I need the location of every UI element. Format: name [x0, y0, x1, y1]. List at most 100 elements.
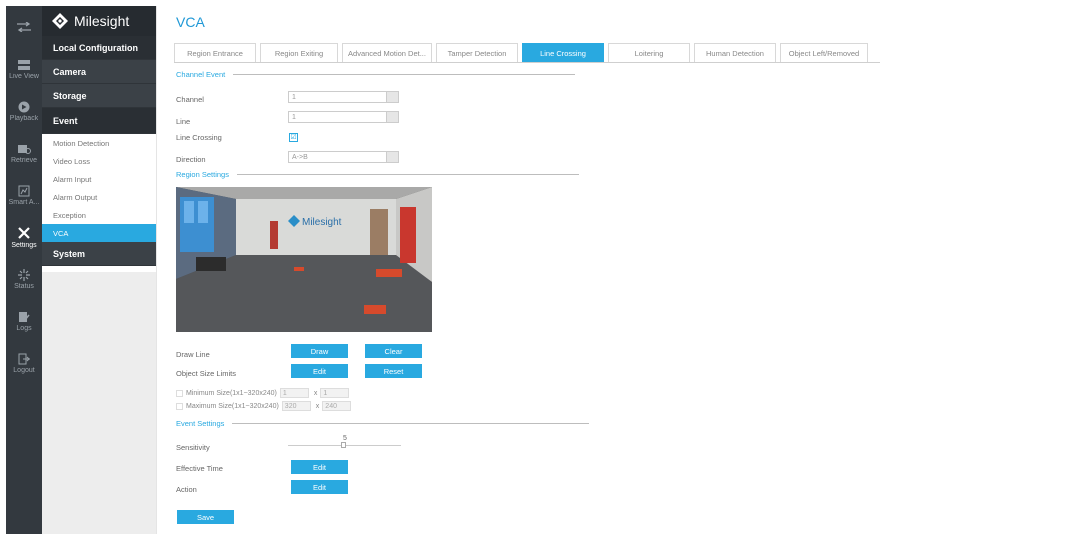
minimum-size-checkbox[interactable] [176, 389, 183, 397]
minimum-size-row: Minimum Size(1x1~320x240) 1 x 1 [176, 388, 350, 398]
chevron-down-icon [386, 112, 398, 122]
rail-item-logs[interactable]: Logs [6, 300, 42, 342]
rail-label: Live View [9, 72, 39, 80]
chevron-down-icon [386, 92, 398, 102]
rail-item-logout[interactable]: Logout [6, 342, 42, 384]
nav-storage[interactable]: Storage [42, 84, 156, 108]
maximum-height-input[interactable]: 240 [322, 401, 352, 411]
times-sign: x [313, 389, 318, 397]
object-size-limits-label: Object Size Limits [176, 369, 237, 378]
times-sign: x [315, 402, 320, 410]
save-button[interactable]: Save [177, 510, 234, 524]
channel-value: 1 [292, 93, 296, 101]
brand-logo: Milesight [42, 6, 156, 36]
rail-item-live-view[interactable]: Live View [6, 48, 42, 90]
tab-region-entrance[interactable]: Region Entrance [174, 43, 256, 62]
direction-select[interactable]: A->B [288, 151, 399, 163]
object-size-reset-button[interactable]: Reset [365, 364, 422, 378]
rail-item-smart-analysis[interactable]: Smart A... [6, 174, 42, 216]
rail-item-retrieve[interactable]: Retrieve [6, 132, 42, 174]
maximum-size-checkbox[interactable] [176, 402, 183, 410]
nav-sub-motion-detection[interactable]: Motion Detection [42, 134, 156, 152]
settings-icon [18, 226, 30, 239]
section-divider [236, 174, 579, 175]
tab-human-detection[interactable]: Human Detection [694, 43, 776, 62]
camera-preview[interactable]: Milesight [176, 187, 432, 332]
rail-item-playback[interactable]: Playback [6, 90, 42, 132]
tab-loitering[interactable]: Loitering [608, 43, 690, 62]
minimum-size-label: Minimum Size(1x1~320x240) [186, 389, 277, 397]
rail-item-status[interactable]: Status [6, 258, 42, 300]
object-size-edit-button[interactable]: Edit [291, 364, 348, 378]
nav-local-configuration[interactable]: Local Configuration [42, 36, 156, 60]
nav-sub-vca[interactable]: VCA [42, 224, 156, 242]
page-title: VCA [176, 14, 205, 30]
rail-label: Status [14, 282, 34, 290]
maximum-width-input[interactable]: 320 [281, 401, 311, 411]
slider-handle[interactable] [341, 442, 346, 448]
draw-line-label: Draw Line [176, 350, 210, 359]
nav-sub-exception[interactable]: Exception [42, 206, 156, 224]
rail-label: Logs [16, 324, 32, 332]
status-icon [18, 268, 30, 281]
sensitivity-value: 5 [343, 435, 347, 442]
logs-icon [19, 311, 30, 322]
sensitivity-label: Sensitivity [176, 443, 210, 452]
retrieve-icon [18, 144, 31, 154]
smart-analysis-icon [18, 185, 30, 196]
camera-preview-image: Milesight [176, 187, 432, 332]
action-edit-button[interactable]: Edit [291, 480, 348, 494]
action-label: Action [176, 485, 197, 494]
nav-sub-alarm-input[interactable]: Alarm Input [42, 170, 156, 188]
tab-line-crossing[interactable]: Line Crossing [522, 43, 604, 62]
section-divider [233, 74, 576, 75]
nav-system[interactable]: System [42, 242, 156, 266]
vca-tabs: Region Entrance Region Exiting Advanced … [174, 43, 880, 63]
maximum-size-row: Maximum Size(1x1~320x240) 320 x 240 [176, 401, 352, 411]
nav-sub-video-loss[interactable]: Video Loss [42, 152, 156, 170]
section-divider [232, 423, 590, 424]
minimum-height-input[interactable]: 1 [320, 388, 350, 398]
minimum-width-input[interactable]: 1 [279, 388, 309, 398]
nav-sub-alarm-output[interactable]: Alarm Output [42, 188, 156, 206]
direction-value: A->B [292, 153, 308, 161]
rail-label: Playback [9, 114, 39, 122]
effective-time-edit-button[interactable]: Edit [291, 460, 348, 474]
settings-nav: Milesight Local Configuration Camera Sto… [42, 6, 157, 534]
app-window: Live View Playback Retrieve Smart A... S… [0, 0, 1069, 540]
rail-label: Settings [11, 241, 37, 249]
section-title: Region Settings [176, 170, 229, 179]
section-channel-event: Channel Event [176, 70, 576, 79]
brand-name: Milesight [74, 13, 130, 29]
line-crossing-checkbox[interactable]: ☑ [289, 133, 298, 142]
clear-button[interactable]: Clear [365, 344, 422, 358]
channel-select[interactable]: 1 [288, 91, 399, 103]
section-region-settings: Region Settings [176, 170, 579, 179]
section-title: Event Settings [176, 419, 225, 428]
icon-rail: Live View Playback Retrieve Smart A... S… [6, 6, 42, 534]
nav-empty-area [42, 272, 156, 534]
line-value: 1 [292, 113, 296, 121]
rail-item-settings[interactable]: Settings [6, 216, 42, 258]
draw-button[interactable]: Draw [291, 344, 348, 358]
nav-event[interactable]: Event [42, 108, 156, 134]
section-title: Channel Event [176, 70, 226, 79]
maximum-size-label: Maximum Size(1x1~320x240) [186, 402, 279, 410]
main-content: VCA Region Entrance Region Exiting Advan… [158, 6, 1063, 534]
effective-time-label: Effective Time [176, 464, 223, 473]
sensitivity-slider[interactable] [288, 442, 401, 448]
milesight-logo-icon [52, 13, 68, 29]
tab-advanced-motion-detection[interactable]: Advanced Motion Det... [342, 43, 432, 62]
tab-region-exiting[interactable]: Region Exiting [260, 43, 338, 62]
line-select[interactable]: 1 [288, 111, 399, 123]
tab-object-left-removed[interactable]: Object Left/Removed [780, 43, 868, 62]
tab-tamper-detection[interactable]: Tamper Detection [436, 43, 518, 62]
section-event-settings: Event Settings [176, 419, 590, 428]
nav-camera[interactable]: Camera [42, 60, 156, 84]
playback-icon [18, 101, 30, 112]
logout-icon [18, 353, 30, 364]
wall-logo-text: Milesight [302, 217, 342, 228]
menu-toggle-icon[interactable] [6, 6, 42, 48]
rail-label: Logout [13, 366, 35, 374]
direction-label: Direction [176, 155, 206, 164]
